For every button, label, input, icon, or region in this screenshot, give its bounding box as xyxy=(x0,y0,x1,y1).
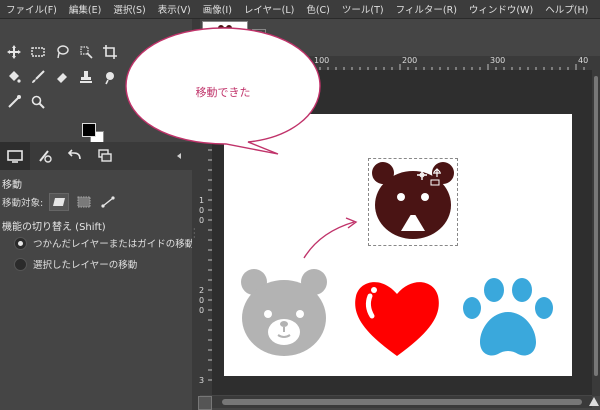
move-tool-button[interactable] xyxy=(2,41,26,63)
menu-layer[interactable]: レイヤー(L) xyxy=(238,2,300,16)
menu-help[interactable]: ヘルプ(H) xyxy=(539,2,594,16)
zoom-tool-button[interactable] xyxy=(26,91,50,113)
lasso-tool-button[interactable] xyxy=(50,41,74,63)
blue-paw-icon xyxy=(463,278,553,356)
paintbrush-icon xyxy=(32,70,45,83)
move-layer-mode-button[interactable] xyxy=(49,193,70,211)
menu-file[interactable]: ファイル(F) xyxy=(0,2,63,16)
ruler-label: 0 xyxy=(199,296,205,305)
red-heart-icon xyxy=(355,282,439,356)
scrollbar-thumb[interactable] xyxy=(594,76,598,376)
path-icon xyxy=(101,196,115,208)
images-icon xyxy=(98,149,112,162)
menu-bar: ファイル(F) 編集(E) 選択(S) 表示(V) 画像(I) レイヤー(L) … xyxy=(0,0,600,19)
move-cursor-icon xyxy=(417,168,441,186)
menu-tools[interactable]: ツール(T) xyxy=(336,2,390,16)
tool-toggle-title: 機能の切り替え (Shift) xyxy=(2,222,106,233)
bucket-fill-icon xyxy=(9,71,21,83)
tab-device-status[interactable] xyxy=(30,142,60,170)
tool-row xyxy=(2,66,122,88)
ruler-label: 3 xyxy=(199,376,205,385)
pink-arrow-icon xyxy=(303,217,358,259)
clone-icon xyxy=(80,71,92,83)
tool-options-title: 移動 xyxy=(2,180,22,191)
color-picker-icon xyxy=(8,95,21,108)
ruler-label: 1 xyxy=(199,196,205,205)
radio-button[interactable] xyxy=(14,257,27,271)
ruler-label: 40 xyxy=(578,56,589,65)
menu-colors[interactable]: 色(C) xyxy=(300,2,336,16)
bucket-fill-tool-button[interactable] xyxy=(2,66,26,88)
radio-active-layer[interactable]: 選択したレイヤーの移動 xyxy=(14,257,137,271)
callout-text: 移動できた xyxy=(195,86,251,99)
radio-button-selected[interactable] xyxy=(14,236,27,250)
ruler-label: 0 xyxy=(199,206,205,215)
navigate-icon[interactable] xyxy=(588,396,600,408)
undo-history-icon xyxy=(67,149,81,160)
tab-undo-history[interactable] xyxy=(60,142,90,170)
smudge-icon xyxy=(105,72,114,85)
move-selection-mode-button[interactable] xyxy=(75,194,93,210)
tool-row xyxy=(2,91,50,113)
clone-tool-button[interactable] xyxy=(74,66,98,88)
menu-filters[interactable]: フィルター(R) xyxy=(390,2,463,16)
zoom-icon xyxy=(31,95,45,109)
layer-icon xyxy=(53,198,66,206)
move-path-mode-button[interactable] xyxy=(99,194,117,210)
eraser-icon xyxy=(57,73,67,83)
menu-windows[interactable]: ウィンドウ(W) xyxy=(463,2,539,16)
fuzzy-select-icon xyxy=(80,46,93,59)
rect-select-icon xyxy=(31,47,45,57)
menu-edit[interactable]: 編集(E) xyxy=(63,2,107,16)
rect-select-tool-button[interactable] xyxy=(26,41,50,63)
device-status-icon xyxy=(39,150,52,163)
tool-options-icon xyxy=(7,150,23,163)
resize-grip-icon[interactable]: · · · xyxy=(193,226,197,242)
ruler-label: 0 xyxy=(199,306,205,315)
vertical-scrollbar[interactable] xyxy=(592,56,600,396)
horizontal-scrollbar[interactable] xyxy=(212,396,592,408)
color-picker-tool-button[interactable] xyxy=(2,91,26,113)
ruler-label: 300 xyxy=(490,56,506,65)
quick-mask-toggle[interactable] xyxy=(198,396,212,410)
radio-pick-layer[interactable]: つかんだレイヤーまたはガイドの移動 xyxy=(14,236,194,250)
scrollbar-thumb[interactable] xyxy=(222,399,582,405)
gray-bear-icon xyxy=(241,269,327,356)
selection-icon xyxy=(77,196,91,208)
tab-images[interactable] xyxy=(90,142,120,170)
radio-pick-layer-label: つかんだレイヤーまたはガイドの移動 xyxy=(33,239,195,250)
ruler-label: 200 xyxy=(402,56,418,65)
menu-view[interactable]: 表示(V) xyxy=(152,2,197,16)
fuzzy-select-tool-button[interactable] xyxy=(74,41,98,63)
foreground-color-swatch[interactable] xyxy=(82,123,96,137)
radio-active-layer-label: 選択したレイヤーの移動 xyxy=(33,260,138,271)
move-target-label: 移動対象: xyxy=(2,198,44,209)
tool-row xyxy=(2,41,122,63)
menu-image[interactable]: 画像(I) xyxy=(197,2,238,16)
move-icon xyxy=(7,45,21,59)
crop-icon xyxy=(103,45,117,59)
ruler-label: 0 xyxy=(199,216,205,225)
lasso-icon xyxy=(57,45,69,59)
paintbrush-tool-button[interactable] xyxy=(26,66,50,88)
menu-select[interactable]: 選択(S) xyxy=(107,2,151,16)
ruler-label: 2 xyxy=(199,286,205,295)
tab-tool-options[interactable] xyxy=(0,142,30,170)
eraser-tool-button[interactable] xyxy=(50,66,74,88)
move-target-row: 移動対象: xyxy=(2,193,117,211)
